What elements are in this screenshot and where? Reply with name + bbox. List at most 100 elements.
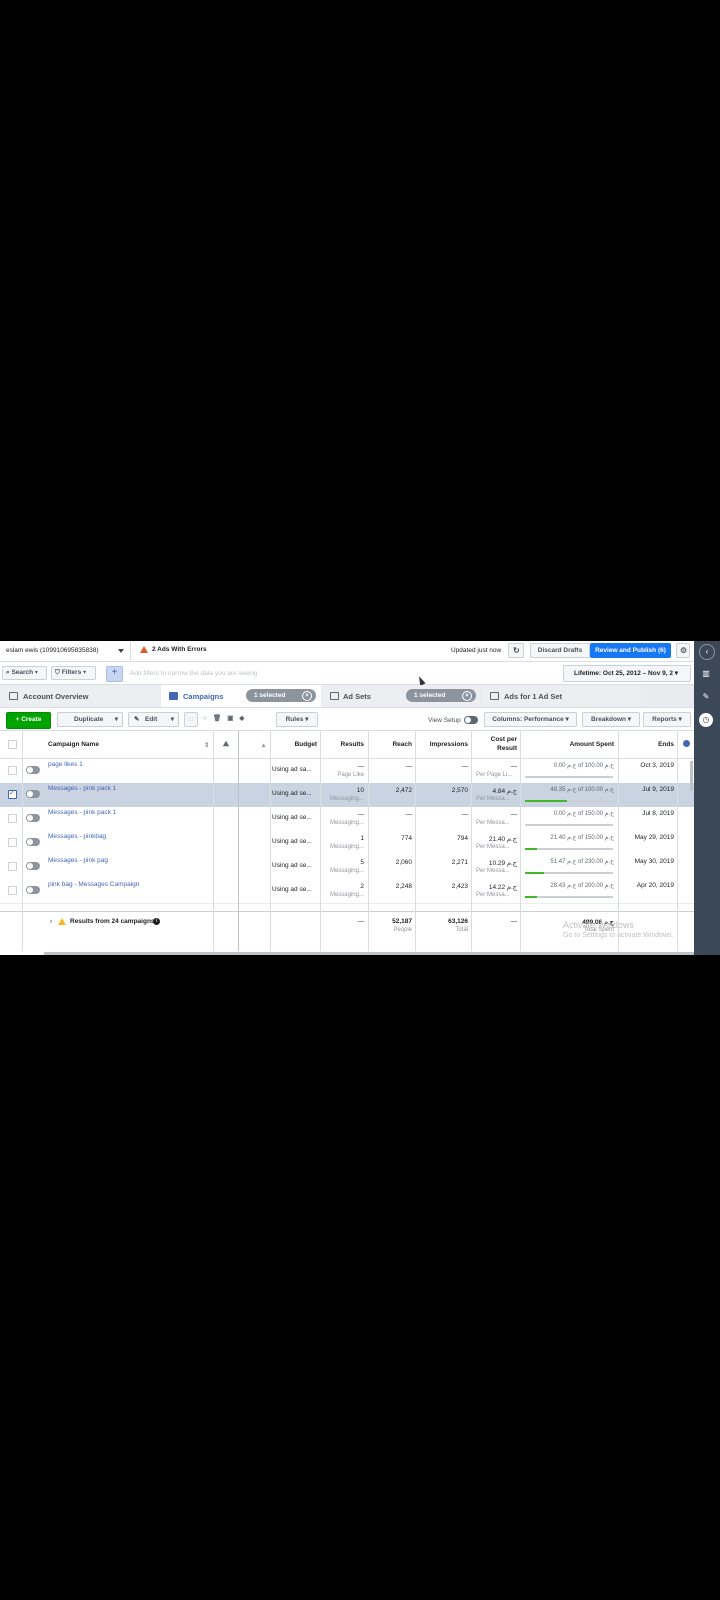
add-filter-button[interactable]: +: [106, 666, 123, 682]
close-icon[interactable]: ×: [462, 691, 472, 701]
row-checkbox[interactable]: [8, 862, 17, 871]
discard-drafts-button[interactable]: Discard Drafts: [530, 643, 590, 658]
spent-cell: 21.40 ج.م of 150.00 ج.م: [550, 835, 614, 841]
results-sub: Messaging...: [329, 820, 364, 826]
campaign-name-link[interactable]: page likes 1: [48, 761, 83, 768]
table-header: Campaign Name ⇕ ▴ Budget Results Reach I…: [0, 731, 694, 759]
filter-bar: ⌕ Search ▾ ⛉ Filters ▾ + Add filters to …: [0, 662, 694, 685]
badge-label: 1 selected: [254, 692, 286, 699]
add-column-icon[interactable]: [683, 740, 690, 747]
campaign-name-link[interactable]: Messages - pink pack 1: [48, 809, 116, 816]
search-button[interactable]: ⌕ Search ▾: [2, 666, 47, 680]
footer-reach-sub: People: [393, 927, 412, 933]
horizontal-scrollbar[interactable]: [44, 952, 694, 955]
on-off-toggle[interactable]: [26, 862, 40, 870]
selected-badge[interactable]: 1 selected ×: [246, 689, 316, 702]
rules-button[interactable]: Rules ▾: [276, 712, 318, 727]
vertical-scrollbar[interactable]: [690, 761, 693, 791]
tab-ad-sets[interactable]: Ad Sets 1 selected ×: [322, 685, 480, 707]
settings-button[interactable]: ⚙: [676, 643, 690, 658]
budget-cell: Using ad sa...: [272, 766, 312, 773]
impressions-cell: —: [461, 763, 469, 770]
cost-cell: 21.40 ج.م: [488, 836, 517, 843]
tab-ads[interactable]: Ads for 1 Ad Set: [481, 685, 641, 707]
table-row[interactable]: Messages - pinkbag Using ad se... 1 Messagi…: [0, 831, 694, 856]
filter-input[interactable]: Add filters to narrow the data you are s…: [130, 670, 258, 677]
on-off-toggle[interactable]: [26, 886, 40, 894]
tab-account-overview[interactable]: Account Overview: [0, 685, 160, 707]
collapse-icon[interactable]: ‹: [699, 644, 715, 660]
view-setup-toggle[interactable]: [464, 716, 478, 724]
selected-badge[interactable]: 1 selected ×: [406, 689, 476, 702]
reach-cell: —: [405, 811, 413, 818]
edit-label: Edit: [145, 716, 158, 723]
col-divider: [238, 731, 239, 951]
filters-button[interactable]: ⛉ Filters ▾: [51, 666, 96, 680]
col-cost-per-result[interactable]: Cost per Result: [481, 735, 517, 762]
breakdown-button[interactable]: Breakdown ▾: [582, 712, 640, 727]
duplicate-label: Duplicate: [74, 716, 104, 723]
cost-sub: Per Messa...: [476, 892, 510, 898]
on-off-toggle[interactable]: [26, 766, 40, 774]
expand-icon[interactable]: ›: [50, 918, 52, 925]
row-checkbox[interactable]: ✓: [8, 790, 17, 799]
disable-icon[interactable]: ○: [203, 715, 213, 722]
on-off-toggle[interactable]: [26, 838, 40, 846]
review-publish-button[interactable]: Review and Publish (6): [590, 643, 671, 658]
date-range-picker[interactable]: Lifetime: Oct 25, 2012 – Nov 9, 2 ▾: [563, 665, 691, 682]
reach-cell: 2,248: [395, 883, 412, 890]
refresh-button[interactable]: ↻: [508, 643, 524, 658]
ab-test-button[interactable]: □: [184, 712, 198, 727]
ends-cell: Jul 9, 2019: [642, 786, 674, 793]
account-selector[interactable]: eslam ewis (109910695835838): [0, 641, 131, 661]
reach-cell: 774: [401, 835, 412, 842]
campaign-name-link[interactable]: pink bag - Messages Campaign: [48, 881, 139, 888]
reach-cell: 2,060: [395, 859, 412, 866]
table-row[interactable]: page likes 1 Using ad sa... — Page Like — — — P…: [0, 759, 694, 784]
table-row[interactable]: ✓ Messages - pink pack 1 Using ad se... 10 M…: [0, 783, 694, 808]
row-checkbox[interactable]: [8, 814, 17, 823]
campaign-name-link[interactable]: Messages - pinkbag: [48, 833, 106, 840]
footer-cost: —: [510, 918, 518, 925]
info-icon[interactable]: i: [153, 918, 160, 925]
footer-reach: 52,187: [392, 918, 412, 925]
spent-cell: 51.47 ج.م of 230.00 ج.م: [550, 859, 614, 865]
filters-label: Filters: [61, 669, 82, 676]
cost-cell: 10.29 ج.م: [488, 860, 517, 867]
tab-campaigns[interactable]: Campaigns 1 selected ×: [161, 685, 321, 707]
table-row[interactable]: pink bag - Messages Campaign Using ad se.…: [0, 879, 694, 904]
ends-cell: May 30, 2019: [634, 858, 674, 865]
on-off-toggle[interactable]: [26, 814, 40, 822]
cost-sub: Per Messa...: [476, 796, 510, 802]
cost-sub: Per Messa...: [476, 820, 510, 826]
preview-icon[interactable]: ▣: [227, 715, 239, 722]
edit-button[interactable]: ✎ Edit ▾: [128, 712, 179, 727]
view-setup-label: View Setup: [428, 717, 461, 724]
chart-icon[interactable]: ▥: [699, 667, 713, 681]
budget-cell: Using ad se...: [272, 814, 312, 821]
columns-button[interactable]: Columns: Performance ▾: [484, 712, 577, 727]
col-divider: [213, 731, 214, 951]
close-icon[interactable]: ×: [302, 691, 312, 701]
on-off-toggle[interactable]: [26, 790, 40, 798]
tab-label: Campaigns: [183, 692, 224, 701]
table-row[interactable]: Messages - pink pag Using ad se... 5 Messag…: [0, 855, 694, 880]
create-button[interactable]: + Create: [6, 712, 51, 729]
table-row[interactable]: Messages - pink pack 1 Using ad se... — Mes…: [0, 807, 694, 832]
ads-manager-window: eslam ewis (109910695835838) 2 Ads With …: [0, 641, 720, 955]
reports-button[interactable]: Reports ▾: [643, 712, 691, 727]
errors-link[interactable]: 2 Ads With Errors: [140, 646, 207, 653]
row-checkbox[interactable]: [8, 838, 17, 847]
pencil-icon[interactable]: ✎: [699, 690, 713, 704]
select-all-checkbox[interactable]: [8, 740, 17, 749]
footer-label: Results from 24 campaigns: [70, 918, 155, 925]
row-checkbox[interactable]: [8, 766, 17, 775]
spent-cell: 0.00 ج.م of 100.00 ج.م: [553, 763, 614, 769]
campaign-name-link[interactable]: Messages - pink pag: [48, 857, 108, 864]
tag-icon[interactable]: ◆: [239, 715, 250, 722]
clock-icon[interactable]: ◷: [699, 713, 713, 727]
campaign-name-link[interactable]: Messages - pink pack 1: [48, 785, 116, 792]
duplicate-button[interactable]: Duplicate ▾: [57, 712, 123, 727]
trash-icon[interactable]: 🗑: [213, 715, 227, 722]
row-checkbox[interactable]: [8, 886, 17, 895]
